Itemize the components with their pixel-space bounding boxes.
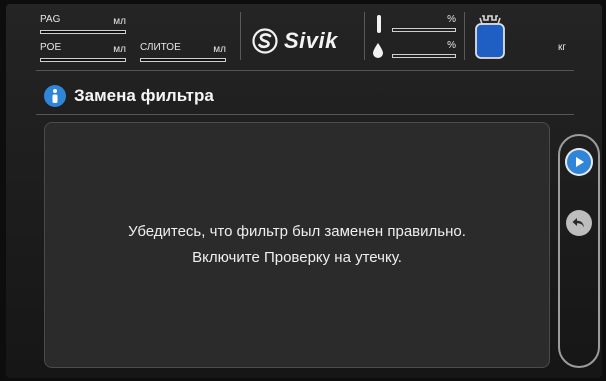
instruction-line-2: Включите Проверку на утечку. <box>192 249 402 266</box>
back-button[interactable] <box>566 210 592 236</box>
undo-back-icon <box>572 218 584 228</box>
drain-level-bar <box>140 58 226 62</box>
poe-gauge: POE мл <box>40 42 126 62</box>
pag-level-bar <box>40 30 126 34</box>
tank-unit: кг <box>558 42 567 53</box>
pag-label: PAG <box>40 14 61 25</box>
sivik-logo-icon <box>252 28 278 54</box>
refrigerant-tank-icon <box>475 15 505 59</box>
app-screen: PAG мл POE мл СЛИТОЕ мл Sivik % % кг Зам… <box>6 4 602 378</box>
header-divider <box>464 12 465 60</box>
header-divider <box>240 12 241 60</box>
humidity-readout: % <box>392 40 456 58</box>
drain-unit: мл <box>213 44 226 55</box>
header-divider <box>364 12 365 60</box>
message-panel: Убедитесь, что фильтр был заменен правил… <box>44 122 550 368</box>
header-separator <box>36 70 574 71</box>
pag-unit: мл <box>113 16 126 27</box>
temperature-bar <box>392 28 456 32</box>
pag-gauge: PAG мл <box>40 14 126 34</box>
temperature-unit: % <box>447 14 456 25</box>
temperature-readout: % <box>392 14 456 32</box>
poe-level-bar <box>40 58 126 62</box>
brand-logo: Sivik <box>252 28 338 54</box>
page-title-row: Замена фильтра <box>44 82 214 110</box>
poe-label: POE <box>40 42 62 53</box>
instruction-line-1: Убедитесь, что фильтр был заменен правил… <box>128 223 466 240</box>
drain-gauge: СЛИТОЕ мл <box>140 42 226 62</box>
page-title: Замена фильтра <box>74 86 214 105</box>
play-next-icon <box>576 157 584 167</box>
title-separator <box>36 114 574 115</box>
poe-unit: мл <box>113 44 126 55</box>
humidity-bar <box>392 54 456 58</box>
status-header: PAG мл POE мл СЛИТОЕ мл Sivik % % кг <box>6 4 602 70</box>
navigation-bar <box>558 134 600 368</box>
water-drop-icon <box>373 43 383 58</box>
drain-label: СЛИТОЕ <box>140 42 181 53</box>
thermometer-icon <box>377 15 381 33</box>
brand-wordmark: Sivik <box>284 28 338 53</box>
info-icon <box>44 85 66 107</box>
humidity-unit: % <box>447 40 456 51</box>
next-button[interactable] <box>565 148 593 176</box>
